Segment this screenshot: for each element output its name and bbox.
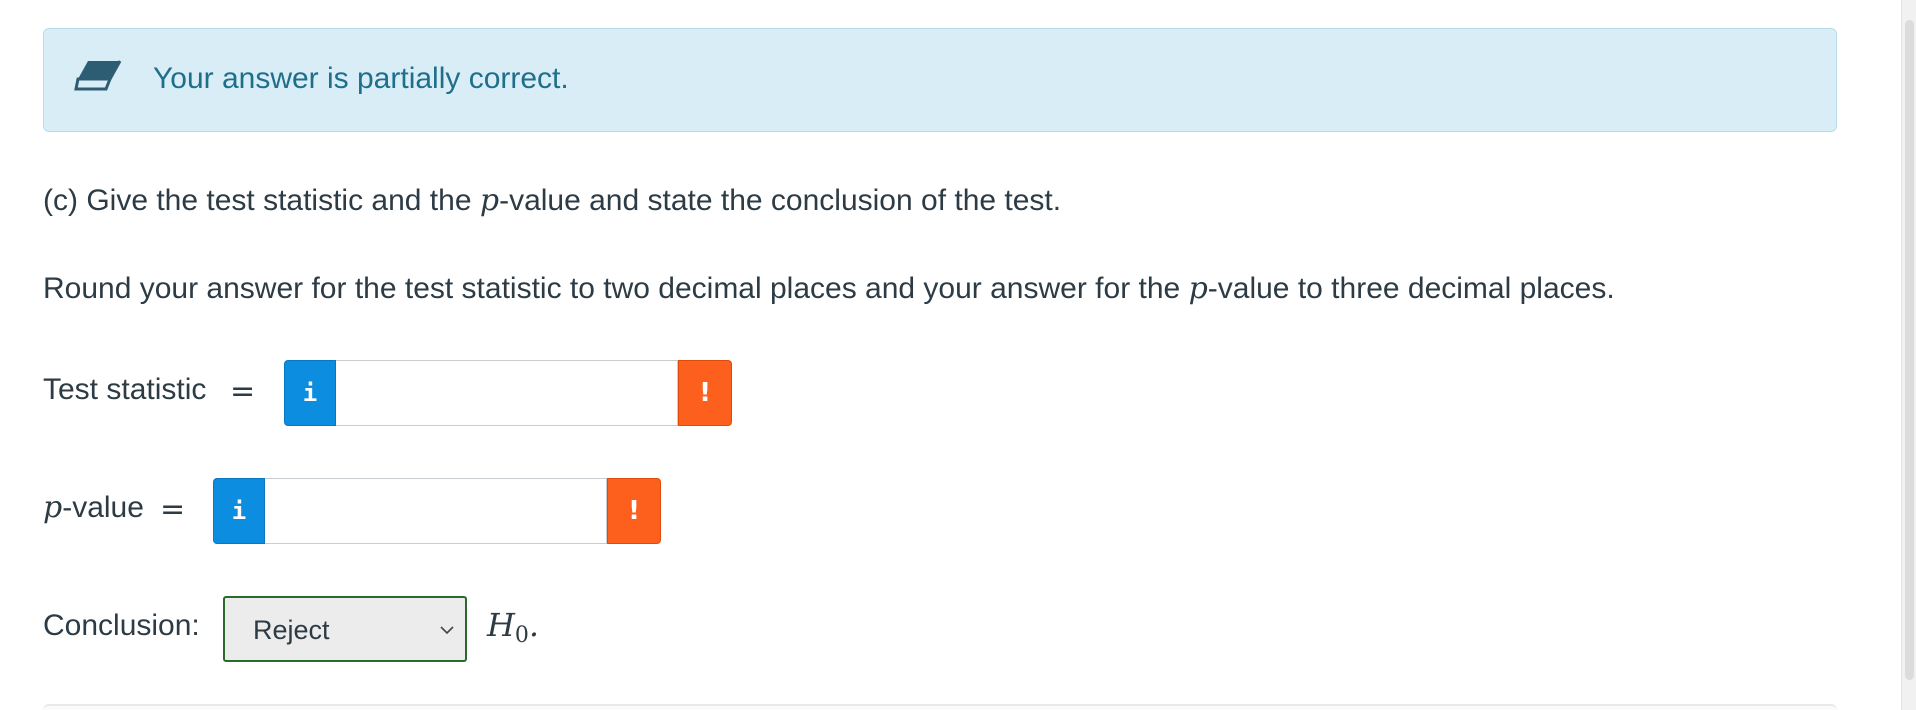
p-symbol: p — [1188, 271, 1208, 306]
p-value-equals: = — [160, 492, 186, 527]
vertical-scrollbar[interactable] — [1901, 0, 1916, 710]
question-text-start: (c) Give the test statistic and the — [43, 184, 480, 217]
p-value-info-button[interactable]: i — [213, 478, 265, 544]
rounding-instructions: Round your answer for the test statistic… — [43, 271, 1615, 307]
question-text-end: -value and state the conclusion of the t… — [499, 184, 1062, 217]
chevron-down-icon — [440, 626, 454, 635]
conclusion-select[interactable]: Reject — [223, 596, 467, 662]
test-statistic-equals: = — [230, 374, 256, 409]
question-part-c: (c) Give the test statistic and the p-va… — [43, 183, 1061, 219]
rounding-text-start: Round your answer for the test statistic… — [43, 272, 1189, 305]
rounding-text-end: -value to three decimal places. — [1207, 272, 1615, 305]
next-panel-edge — [43, 704, 1837, 710]
hypothesis-subscript: 0 — [514, 623, 529, 648]
scrollbar-thumb[interactable] — [1905, 20, 1914, 680]
conclusion-selected-value: Reject — [253, 615, 330, 645]
page: Your answer is partially correct. (c) Gi… — [0, 0, 1916, 710]
test-statistic-input[interactable] — [336, 360, 678, 426]
test-statistic-info-button[interactable]: i — [284, 360, 336, 426]
hypothesis-symbol: H — [487, 606, 515, 644]
p-value-label-text: -value — [62, 491, 144, 524]
test-statistic-label: Test statistic — [43, 373, 207, 406]
p-symbol: p — [479, 183, 500, 218]
p-symbol: p — [43, 490, 63, 525]
alert-message: Your answer is partially correct. — [153, 62, 569, 95]
partial-correct-alert: Your answer is partially correct. — [43, 28, 1837, 132]
p-value-label: p-value — [43, 490, 144, 526]
eraser-icon — [74, 60, 122, 91]
hypothesis-period: . — [528, 606, 540, 644]
test-statistic-warning-button[interactable]: ! — [678, 360, 732, 426]
null-hypothesis: H0. — [487, 606, 539, 648]
conclusion-label: Conclusion: — [43, 609, 200, 642]
p-value-input[interactable] — [265, 478, 607, 544]
p-value-warning-button[interactable]: ! — [607, 478, 661, 544]
